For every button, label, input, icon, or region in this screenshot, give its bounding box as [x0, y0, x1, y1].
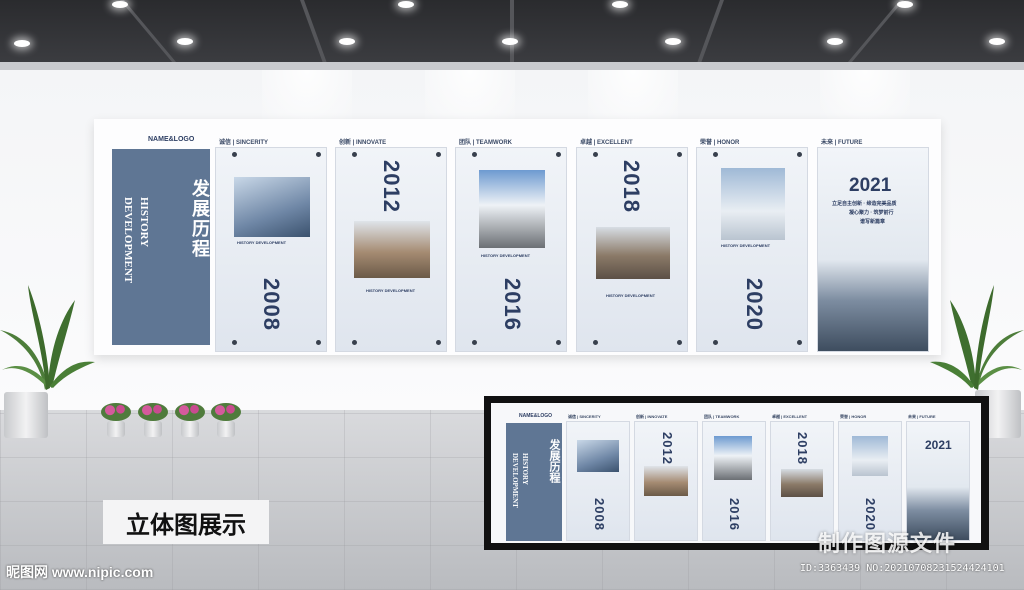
panel-title: 创新 | INNOVATE [339, 140, 387, 146]
panel-title: 卓越 | EXCELLENT [580, 140, 633, 146]
ceiling-light [502, 38, 518, 45]
flower [101, 403, 131, 421]
source-stamp: 制作图源文件 [818, 531, 957, 557]
image-id-text: ID:3363439 NO:20210708231524424101 [800, 563, 1005, 574]
preview-panel-title: 创新 | INNOVATE [636, 414, 668, 419]
slogan-line: 谱写新篇章 [860, 219, 886, 225]
great-wall-photo [596, 227, 670, 279]
preview-year: 2016 [727, 498, 742, 531]
peak-photo [479, 170, 545, 248]
preview-intro-en: HISTORY DEVELOPMENT [511, 453, 529, 508]
ceiling-light [897, 1, 913, 8]
display-label: 立体图展示 [103, 500, 269, 544]
ceiling-light [827, 38, 843, 45]
climber-photo [721, 168, 785, 240]
ceiling-trim [0, 62, 1024, 70]
preview-panel-title: 诚信 | SINCERITY [568, 414, 601, 419]
slogan-line: 凝心聚力 · 筑梦前行 [849, 210, 894, 216]
preview-panel-title: 卓越 | EXCELLENT [772, 414, 808, 419]
plant-right [930, 285, 1024, 390]
preview-panel-title: 未来 | FUTURE [908, 414, 936, 419]
panel-title: 荣誉 | HONOR [700, 140, 740, 146]
intro-panel: 发展历程 HISTORY DEVELOPMENT [112, 149, 210, 345]
panel-caption: HISTORY DEVELOPMENT [606, 293, 656, 298]
panel-title: 未来 | FUTURE [821, 140, 863, 146]
year-label: 2018 [619, 160, 644, 213]
site-watermark: 昵图网 www.nipic.com [6, 564, 154, 580]
intro-title-cn: 发展历程 [189, 179, 210, 259]
year-label: 2016 [500, 278, 525, 331]
panel-caption: HISTORY DEVELOPMENT [237, 240, 287, 245]
year-label: 2020 [742, 278, 767, 331]
ceiling-light [339, 38, 355, 45]
plant-left [0, 285, 95, 390]
ceiling-light [398, 1, 414, 8]
panel-caption: HISTORY DEVELOPMENT [481, 253, 531, 258]
ceiling [0, 0, 1024, 62]
ceiling-light [989, 38, 1005, 45]
year-label: 2012 [379, 160, 404, 213]
panel-title: 团队 | TEAMWORK [459, 140, 513, 146]
ceiling-light [177, 38, 193, 45]
panel-caption: HISTORY DEVELOPMENT [721, 243, 771, 248]
preview-year: 2021 [925, 438, 952, 452]
flower [138, 403, 168, 421]
pot-left [4, 392, 48, 438]
preview-year: 2008 [592, 498, 607, 531]
year-label: 2008 [259, 278, 284, 331]
logo-text: NAME&LOGO [148, 136, 195, 143]
mountain-photo [354, 221, 430, 278]
preview-intro-cn: 发展历程 [548, 439, 561, 483]
ceiling-light [112, 1, 128, 8]
preview-panel-title: 团队 | TEAMWORK [704, 414, 740, 419]
flower [175, 403, 205, 421]
preview-panel-title: 荣誉 | HONOR [840, 414, 867, 419]
preview-year: 2018 [795, 432, 810, 465]
preview-logo: NAME&LOGO [519, 413, 553, 419]
year-label: 2021 [849, 175, 892, 196]
intro-title-en: HISTORY DEVELOPMENT [122, 197, 150, 284]
flower [211, 403, 241, 421]
ceiling-light [14, 40, 30, 47]
ceiling-light [612, 1, 628, 8]
preview-intro-panel: 发展历程 HISTORY DEVELOPMENT [506, 423, 562, 541]
preview-year: 2012 [660, 432, 675, 465]
panel-caption: HISTORY DEVELOPMENT [366, 288, 416, 293]
ceiling-light [665, 38, 681, 45]
slogan-line: 立足自主创新 · 缔造完美品质 [832, 201, 897, 207]
building-photo [234, 177, 310, 237]
panel-title: 诚信 | SINCERITY [219, 140, 269, 146]
